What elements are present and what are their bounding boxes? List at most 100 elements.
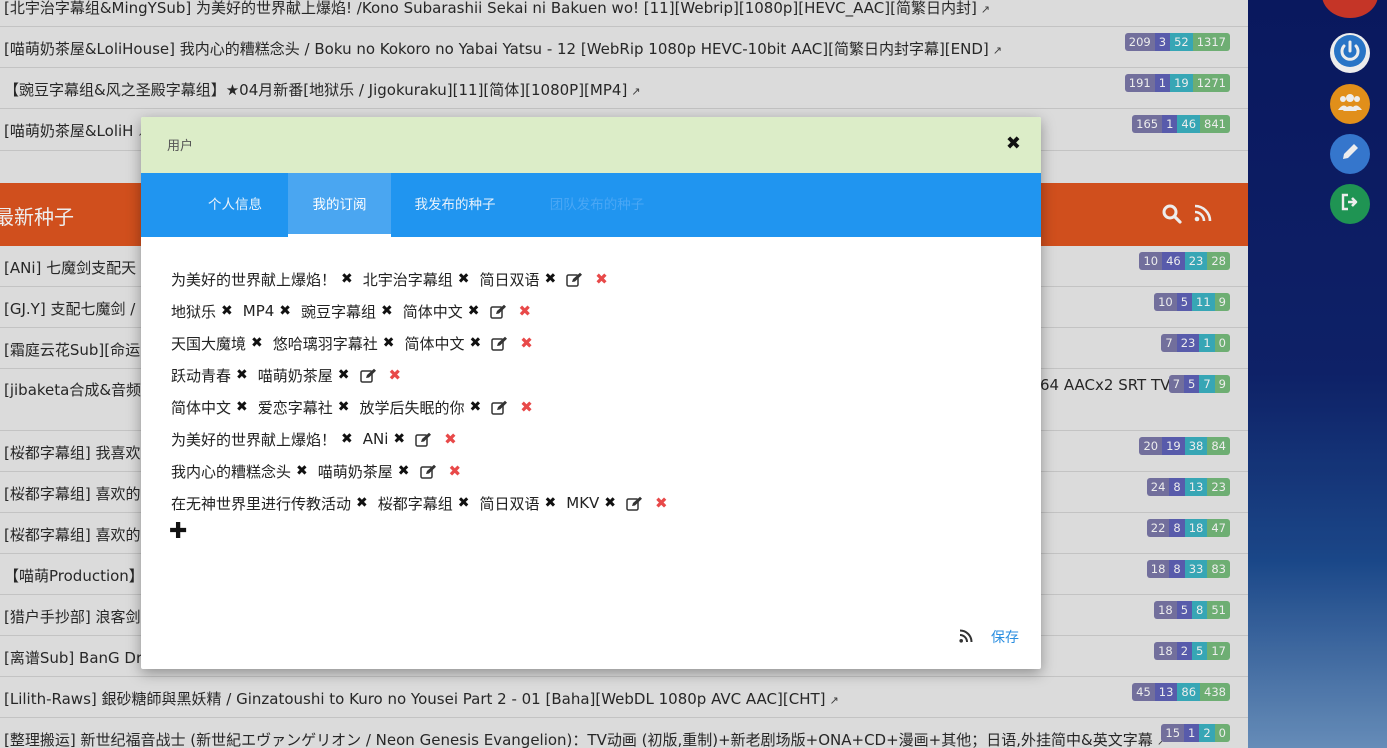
subscription-keyword: 简体中文 ✖ <box>403 301 480 322</box>
remove-keyword-icon[interactable]: ✖ <box>545 495 557 511</box>
edit-icon[interactable] <box>491 400 508 415</box>
remove-keyword-icon[interactable]: ✖ <box>458 271 470 287</box>
subscription-row: 为美好的世界献上爆焰！ ✖ ANi ✖ ✖ <box>171 427 457 451</box>
plus-icon[interactable]: ✚ <box>169 520 187 544</box>
tab-profile[interactable]: 个人信息 <box>183 173 287 237</box>
subscription-keyword: 北宇治字幕组 ✖ <box>363 269 470 290</box>
remove-keyword-icon[interactable]: ✖ <box>279 303 291 319</box>
edit-icon[interactable] <box>415 432 432 447</box>
subscription-keyword: 爱恋字幕社 ✖ <box>258 397 350 418</box>
remove-keyword-icon[interactable]: ✖ <box>296 463 308 479</box>
subscription-keyword: 简体中文 ✖ <box>171 397 248 418</box>
keyword-label: 简体中文 <box>404 334 465 353</box>
remove-keyword-icon[interactable]: ✖ <box>338 399 350 415</box>
subscription-keyword: 喵萌奶茶屋 ✖ <box>258 365 350 386</box>
remove-keyword-icon[interactable]: ✖ <box>470 399 482 415</box>
remove-keyword-icon[interactable]: ✖ <box>236 399 248 415</box>
delete-icon[interactable]: ✖ <box>389 366 402 384</box>
subscription-keyword: 简日双语 ✖ <box>480 269 557 290</box>
modal-header: 用户 ✖ <box>141 117 1041 173</box>
subscription-keyword: 天国大魔境 ✖ <box>171 333 263 354</box>
delete-icon[interactable]: ✖ <box>519 302 532 320</box>
edit-icon[interactable] <box>566 272 583 287</box>
remove-keyword-icon[interactable]: ✖ <box>393 431 405 447</box>
keyword-label: ANi <box>362 430 389 448</box>
remove-keyword-icon[interactable]: ✖ <box>458 495 470 511</box>
remove-keyword-icon[interactable]: ✖ <box>470 335 482 351</box>
delete-icon[interactable]: ✖ <box>520 334 533 352</box>
remove-keyword-icon[interactable]: ✖ <box>383 335 395 351</box>
subscription-keyword: 喵萌奶茶屋 ✖ <box>318 461 410 482</box>
delete-icon[interactable]: ✖ <box>655 494 668 512</box>
subscription-keyword: 跃动青春 ✖ <box>171 365 248 386</box>
subscription-keyword: 放学后失眠的你 ✖ <box>360 397 482 418</box>
keyword-label: 放学后失眠的你 <box>359 398 465 417</box>
tab-subscriptions[interactable]: 我的订阅 <box>288 173 391 237</box>
remove-keyword-icon[interactable]: ✖ <box>398 463 410 479</box>
keyword-label: 在无神世界里进行传教活动 <box>171 494 352 513</box>
subscription-keyword: 为美好的世界献上爆焰！ ✖ <box>171 429 353 450</box>
keyword-label: 喵萌奶茶屋 <box>317 462 393 481</box>
keyword-label: MKV <box>566 494 600 512</box>
subscription-keyword: 悠哈璃羽字幕社 ✖ <box>273 333 395 354</box>
subscription-keyword: 在无神世界里进行传教活动 ✖ <box>171 493 368 514</box>
rss-icon[interactable] <box>959 628 973 647</box>
save-button[interactable]: 保存 <box>991 627 1019 647</box>
keyword-label: MP4 <box>242 302 275 320</box>
close-icon[interactable]: ✖ <box>1006 133 1021 154</box>
subscription-keyword: 我内心的糟糕念头 ✖ <box>171 461 308 482</box>
subscription-keyword: 简体中文 ✖ <box>405 333 482 354</box>
subscription-row: 为美好的世界献上爆焰！ ✖ 北宇治字幕组 ✖ 简日双语 ✖ ✖ <box>171 267 608 291</box>
remove-keyword-icon[interactable]: ✖ <box>381 303 393 319</box>
keyword-label: 简体中文 <box>402 302 463 321</box>
delete-icon[interactable]: ✖ <box>520 398 533 416</box>
keyword-label: 我内心的糟糕念头 <box>171 462 292 481</box>
tab-my-torrents[interactable]: 我发布的种子 <box>403 173 507 237</box>
subscription-keyword: MP4 ✖ <box>243 302 291 320</box>
edit-icon[interactable] <box>359 368 377 383</box>
remove-keyword-icon[interactable]: ✖ <box>468 303 480 319</box>
remove-keyword-icon[interactable]: ✖ <box>341 431 353 447</box>
edit-icon[interactable] <box>489 304 507 319</box>
subscription-keyword: 桜都字幕组 ✖ <box>378 493 470 514</box>
subscription-row: 跃动青春 ✖ 喵萌奶茶屋 ✖ ✖ <box>171 363 401 387</box>
subscription-row: 我内心的糟糕念头 ✖ 喵萌奶茶屋 ✖ ✖ <box>171 459 461 483</box>
remove-keyword-icon[interactable]: ✖ <box>236 367 248 383</box>
edit-icon[interactable] <box>626 496 643 511</box>
tab-team-torrents[interactable]: 团队发布的种子 <box>537 173 657 237</box>
remove-keyword-icon[interactable]: ✖ <box>356 495 368 511</box>
keyword-label: 天国大魔境 <box>171 334 247 353</box>
subscription-keyword: 为美好的世界献上爆焰！ ✖ <box>171 269 353 290</box>
edit-icon[interactable] <box>491 336 508 351</box>
subscription-keyword: ANi ✖ <box>363 430 405 448</box>
subscription-row: 地狱乐 ✖ MP4 ✖ 豌豆字幕组 ✖ 简体中文 ✖ ✖ <box>171 299 531 323</box>
keyword-label: 豌豆字幕组 <box>301 302 377 321</box>
keyword-label: 爱恋字幕社 <box>257 398 333 417</box>
delete-icon[interactable]: ✖ <box>595 270 608 288</box>
remove-keyword-icon[interactable]: ✖ <box>338 367 350 383</box>
keyword-label: 简日双语 <box>479 494 540 513</box>
remove-keyword-icon[interactable]: ✖ <box>545 271 557 287</box>
keyword-label: 地狱乐 <box>171 302 217 321</box>
subscription-keyword: 地狱乐 ✖ <box>171 301 233 322</box>
keyword-label: 为美好的世界献上爆焰！ <box>171 270 337 289</box>
edit-icon[interactable] <box>419 464 437 479</box>
modal-tabs: 个人信息 我的订阅 我发布的种子 团队发布的种子 <box>141 173 1041 237</box>
keyword-label: 简日双语 <box>479 270 540 289</box>
modal-title: 用户 <box>167 139 194 154</box>
remove-keyword-icon[interactable]: ✖ <box>604 495 616 511</box>
delete-icon[interactable]: ✖ <box>444 430 457 448</box>
keyword-label: 北宇治字幕组 <box>362 270 453 289</box>
keyword-label: 为美好的世界献上爆焰！ <box>171 430 337 449</box>
subscription-row: 在无神世界里进行传教活动 ✖ 桜都字幕组 ✖ 简日双语 ✖ MKV ✖ ✖ <box>171 491 668 515</box>
subscription-keyword: 简日双语 ✖ <box>480 493 557 514</box>
keyword-label: 跃动青春 <box>171 366 232 385</box>
keyword-label: 喵萌奶茶屋 <box>257 366 333 385</box>
subscription-row: 天国大魔境 ✖ 悠哈璃羽字幕社 ✖ 简体中文 ✖ ✖ <box>171 331 533 355</box>
remove-keyword-icon[interactable]: ✖ <box>341 271 353 287</box>
user-modal: 用户 ✖ 个人信息 我的订阅 我发布的种子 团队发布的种子 为美好的世界献上爆焰… <box>141 117 1041 669</box>
delete-icon[interactable]: ✖ <box>449 462 462 480</box>
keyword-label: 悠哈璃羽字幕社 <box>272 334 378 353</box>
remove-keyword-icon[interactable]: ✖ <box>251 335 263 351</box>
remove-keyword-icon[interactable]: ✖ <box>221 303 233 319</box>
